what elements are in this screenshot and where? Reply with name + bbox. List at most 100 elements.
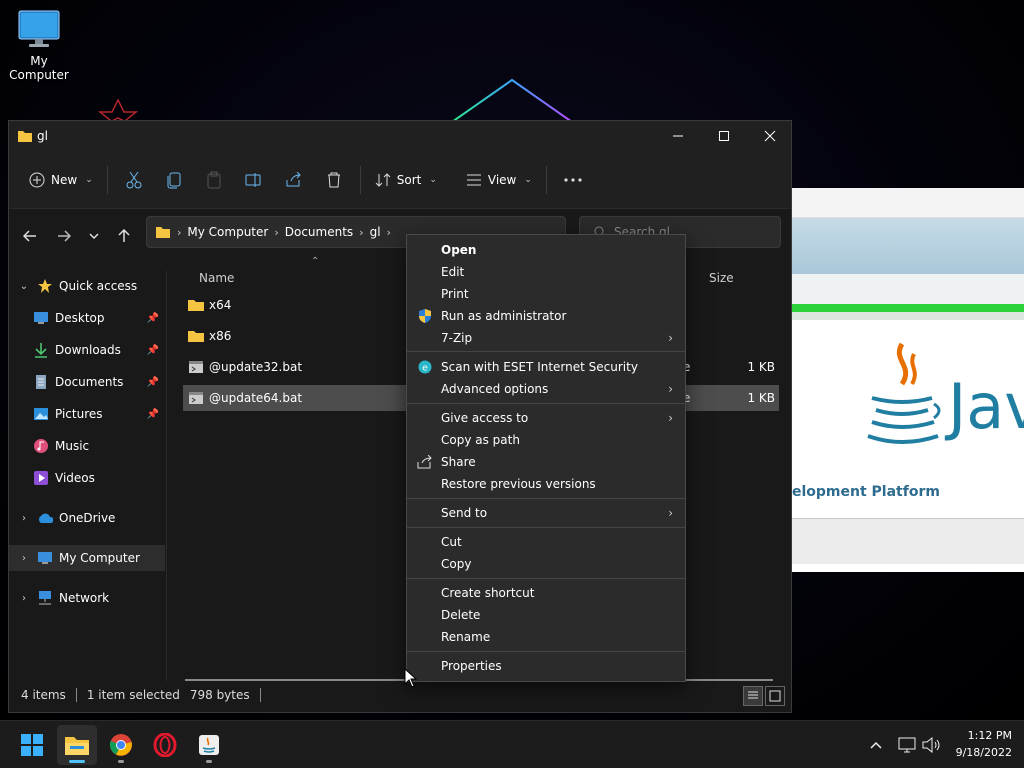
sort-button[interactable]: Sort ⌄ <box>367 162 445 198</box>
sidebar-item-quick-access[interactable]: ⌄ Quick access <box>9 273 165 299</box>
sidebar-item-downloads[interactable]: Downloads 📌 <box>9 337 165 363</box>
cut-button[interactable] <box>114 162 154 198</box>
menu-item-label: Edit <box>441 265 465 279</box>
java-platform-text: elopment Platform <box>792 484 940 500</box>
start-button[interactable] <box>12 725 52 765</box>
menu-item-run-as-administrator[interactable]: Run as administrator <box>407 305 685 327</box>
menu-item-open[interactable]: Open <box>407 239 685 261</box>
view-button[interactable]: View ⌄ <box>458 162 540 198</box>
breadcrumb-gl[interactable]: gl <box>370 225 381 239</box>
folder-icon <box>187 297 205 313</box>
volume-button[interactable] <box>922 721 942 768</box>
menu-item-print[interactable]: Print <box>407 283 685 305</box>
system-clock[interactable]: 1:12 PM 9/18/2022 <box>956 727 1012 761</box>
menu-item-copy[interactable]: Copy <box>407 553 685 575</box>
view-toggle <box>743 686 785 706</box>
taskbar-app-chrome[interactable] <box>101 725 141 765</box>
menu-icon-spacer <box>415 585 435 601</box>
menu-item-7zip[interactable]: 7-Zip › <box>407 327 685 349</box>
recent-locations-button[interactable] <box>81 220 107 252</box>
menu-item-rename[interactable]: Rename <box>407 626 685 648</box>
menu-item-label: Create shortcut <box>441 586 535 600</box>
menu-item-label: Open <box>441 243 477 257</box>
minimize-button[interactable] <box>655 121 701 151</box>
menu-icon-spacer <box>415 242 435 258</box>
sidebar-item-desktop[interactable]: Desktop 📌 <box>9 305 165 331</box>
share-button[interactable] <box>274 162 314 198</box>
sort-label: Sort <box>396 172 422 187</box>
menu-item-cut[interactable]: Cut <box>407 531 685 553</box>
network-status-button[interactable] <box>898 721 916 768</box>
column-header-name[interactable]: Name <box>199 266 234 290</box>
sidebar-item-onedrive[interactable]: › OneDrive <box>9 505 165 531</box>
tiles-view-button[interactable] <box>765 686 785 706</box>
context-menu: Open Edit Print Run as administrator 7-Z… <box>406 234 686 682</box>
chevron-right-icon[interactable]: › <box>17 593 31 604</box>
java-stripe <box>792 312 1024 320</box>
column-header-label: Name <box>199 271 235 285</box>
menu-item-send-to[interactable]: Send to › <box>407 502 685 524</box>
breadcrumb-my-computer[interactable]: My Computer <box>187 225 268 239</box>
maximize-button[interactable] <box>701 121 747 151</box>
chevron-up-icon <box>870 741 882 749</box>
menu-item-advanced-options[interactable]: Advanced options › <box>407 378 685 400</box>
menu-item-delete[interactable]: Delete <box>407 604 685 626</box>
up-button[interactable] <box>107 220 141 252</box>
menu-icon-spacer <box>415 658 435 674</box>
menu-item-give-access-to[interactable]: Give access to › <box>407 407 685 429</box>
menu-item-restore-previous-versions[interactable]: Restore previous versions <box>407 473 685 495</box>
sidebar-item-label: Downloads <box>55 343 121 357</box>
delete-button[interactable] <box>314 162 354 198</box>
volume-icon <box>922 737 940 753</box>
sidebar-item-pictures[interactable]: Pictures 📌 <box>9 401 165 427</box>
taskbar-app-file-explorer[interactable] <box>57 725 97 765</box>
more-options-button[interactable] <box>553 162 593 198</box>
pin-icon: 📌 <box>146 376 159 388</box>
menu-icon-spacer <box>415 534 435 550</box>
menu-icon-spacer <box>415 286 435 302</box>
title-bar[interactable]: gl <box>9 121 791 151</box>
sidebar-item-music[interactable]: Music <box>9 433 165 459</box>
copy-button[interactable] <box>154 162 194 198</box>
show-hidden-icons-button[interactable] <box>870 721 882 768</box>
new-label: New <box>51 172 78 187</box>
java-banner <box>792 218 1024 274</box>
menu-item-copy-as-path[interactable]: Copy as path <box>407 429 685 451</box>
menu-item-create-shortcut[interactable]: Create shortcut <box>407 582 685 604</box>
sidebar-item-my-computer[interactable]: › My Computer <box>9 545 165 571</box>
new-button[interactable]: New ⌄ <box>21 162 101 198</box>
chevron-down-icon[interactable]: ⌄ <box>17 281 31 292</box>
column-header-size[interactable]: Size <box>709 266 734 290</box>
chevron-right-icon[interactable]: › <box>17 513 31 524</box>
back-button[interactable] <box>13 220 47 252</box>
sidebar-item-documents[interactable]: Documents 📌 <box>9 369 165 395</box>
breadcrumb-documents[interactable]: Documents <box>285 225 353 239</box>
menu-item-edit[interactable]: Edit <box>407 261 685 283</box>
java-cup-icon <box>867 342 941 444</box>
taskbar-app-opera[interactable] <box>145 725 185 765</box>
menu-item-scan-eset[interactable]: e Scan with ESET Internet Security <box>407 356 685 378</box>
menu-item-properties[interactable]: Properties <box>407 655 685 677</box>
menu-separator <box>407 403 685 404</box>
menu-item-label: Cut <box>441 535 462 549</box>
sidebar-item-videos[interactable]: Videos <box>9 465 165 491</box>
desktop-icon-label: My Computer <box>9 54 69 82</box>
status-bar: 4 items 1 item selected 798 bytes <box>9 678 791 712</box>
menu-separator <box>407 578 685 579</box>
close-button[interactable] <box>747 121 793 151</box>
details-view-icon <box>748 691 758 699</box>
details-view-button[interactable] <box>743 686 763 706</box>
paste-button[interactable] <box>194 162 234 198</box>
menu-item-label: Restore previous versions <box>441 477 596 491</box>
menu-item-share[interactable]: Share <box>407 451 685 473</box>
java-installer-window[interactable]: Jav elopment Platform <box>792 188 1024 572</box>
rename-button[interactable] <box>234 162 274 198</box>
menu-item-label: Scan with ESET Internet Security <box>441 360 638 374</box>
copy-icon <box>167 172 181 188</box>
forward-button[interactable] <box>47 220 81 252</box>
chevron-right-icon[interactable]: › <box>17 553 31 564</box>
desktop-icon-my-computer[interactable]: My Computer <box>2 10 76 82</box>
sidebar-item-network[interactable]: › Network <box>9 585 165 611</box>
taskbar-app-java-installer[interactable] <box>189 725 229 765</box>
tiles-view-icon <box>769 690 781 702</box>
